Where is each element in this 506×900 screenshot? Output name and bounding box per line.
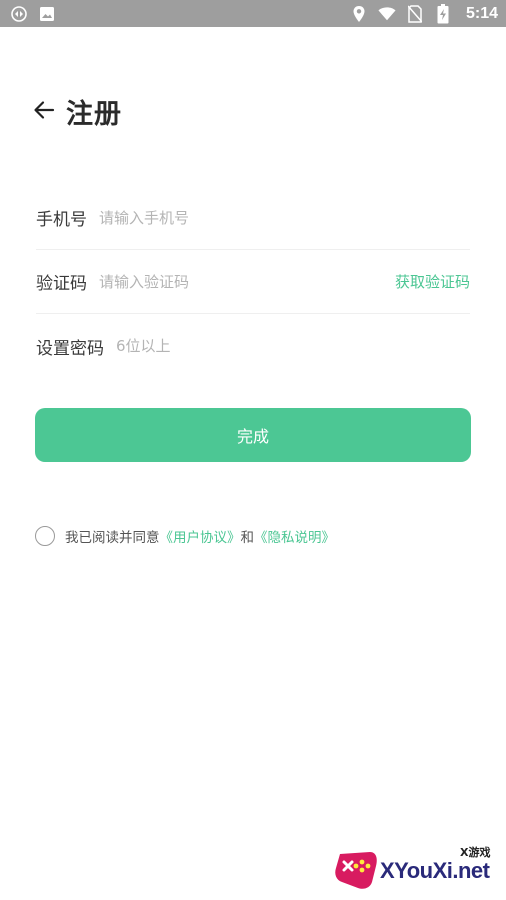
user-agreement-link[interactable]: 《用户协议》 (160, 526, 241, 546)
status-bar-right: 5:14 (350, 3, 498, 23)
code-row: 验证码 获取验证码 (36, 250, 470, 314)
password-row: 设置密码 (36, 314, 470, 378)
status-bar: 5:14 (0, 0, 506, 27)
image-icon (38, 5, 56, 23)
status-bar-left (10, 5, 56, 23)
phone-row: 手机号 (36, 186, 470, 250)
phone-label: 手机号 (36, 210, 87, 230)
password-input[interactable] (116, 331, 470, 361)
battery-charging-icon (434, 3, 452, 23)
no-sim-icon (406, 4, 424, 23)
sync-icon (10, 5, 28, 23)
phone-input[interactable] (99, 202, 470, 233)
agreement-prefix: 我已阅读并同意 (65, 530, 160, 546)
status-time: 5:14 (465, 4, 498, 22)
watermark-text: XYouXi.net (380, 858, 490, 883)
submit-button[interactable]: 完成 (35, 408, 471, 462)
page-header: 注册 (0, 88, 506, 132)
arrow-left-icon[interactable] (32, 98, 56, 122)
agreement-checkbox[interactable] (35, 526, 55, 546)
page-title: 注册 (66, 99, 122, 130)
code-label: 验证码 (36, 274, 87, 294)
code-input[interactable] (99, 266, 395, 297)
watermark-logo-icon (335, 852, 377, 889)
wifi-icon (378, 5, 396, 23)
privacy-link[interactable]: 《隐私说明》 (254, 526, 335, 546)
location-icon (350, 5, 368, 23)
agreement: 我已阅读并同意 《用户协议》 和 《隐私说明》 (35, 525, 335, 547)
get-code-button[interactable]: 获取验证码 (395, 271, 470, 292)
agreement-and: 和 (240, 530, 255, 546)
password-label: 设置密码 (36, 338, 104, 359)
watermark: X游戏 XYouXi.net (332, 838, 502, 896)
